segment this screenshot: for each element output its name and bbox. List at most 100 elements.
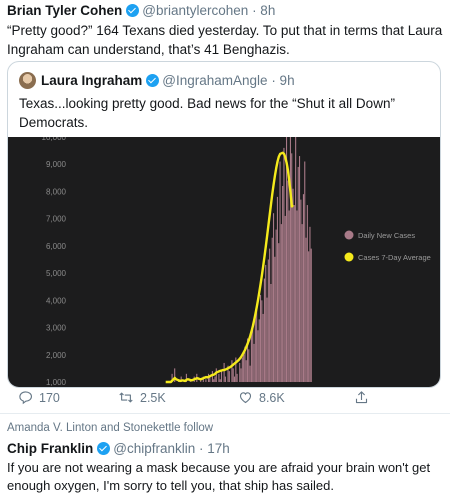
bar-daily-new-cases <box>279 161 281 382</box>
y-tick-label: 9,000 <box>46 160 67 169</box>
quoted-tweet[interactable]: Laura Ingraham @IngrahamAngle · 9h Texas.… <box>7 61 441 388</box>
bar-daily-new-cases <box>263 278 265 382</box>
bar-daily-new-cases <box>259 294 262 382</box>
bar-daily-new-cases <box>271 237 273 382</box>
y-tick-label: 5,000 <box>46 269 67 278</box>
tweet-chip-franklin[interactable]: Amanda V. Linton and Stonekettle follow … <box>0 414 450 493</box>
tweet-text: If you are not wearing a mask because yo… <box>7 460 431 493</box>
bar-daily-new-cases <box>218 373 220 382</box>
social-context[interactable]: Amanda V. Linton and Stonekettle follow <box>7 422 213 434</box>
bar-daily-new-cases <box>295 137 297 382</box>
reply-button[interactable]: 170 <box>18 390 60 405</box>
bar-daily-new-cases <box>256 308 258 382</box>
tweet-brian-tyler-cohen[interactable]: Brian Tyler Cohen @briantylercohen · 8h “… <box>0 0 450 412</box>
bar-daily-new-cases <box>248 349 250 382</box>
bar-daily-new-cases <box>282 186 284 382</box>
reply-icon <box>19 391 33 405</box>
tweet-header: Brian Tyler Cohen @briantylercohen · 8h <box>7 3 275 18</box>
bar-daily-new-cases <box>310 248 312 382</box>
verified-badge-icon <box>146 74 160 87</box>
bar-daily-new-cases <box>284 215 286 382</box>
author-handle[interactable]: @chipfranklin <box>113 441 195 456</box>
y-tick-label: 10,000 <box>42 137 67 142</box>
bar-daily-new-cases <box>309 226 311 382</box>
y-tick-label: 6,000 <box>46 242 67 251</box>
heart-icon <box>239 392 252 404</box>
bar-daily-new-cases <box>287 180 289 382</box>
quoted-author-handle[interactable]: @IngrahamAngle <box>162 73 267 88</box>
cases-chart-image[interactable]: 1,000 2,000 3,000 4,000 5,000 6,000 7,000 8,000… <box>8 137 440 387</box>
bar-daily-new-cases <box>301 224 303 382</box>
retweet-icon <box>119 392 133 403</box>
bar-daily-new-cases <box>245 360 247 382</box>
author-handle[interactable]: @briantylercohen <box>142 3 248 18</box>
like-count: 8.6K <box>259 390 285 405</box>
bar-daily-new-cases <box>257 330 259 382</box>
bar-daily-new-cases <box>213 379 215 382</box>
tweet-time[interactable]: · 8h <box>252 3 275 18</box>
share-button[interactable] <box>354 390 375 405</box>
tweet-time[interactable]: · 17h <box>199 441 230 456</box>
tweet-text: “Pretty good?” 164 Texans died yesterday… <box>7 23 443 57</box>
bar-daily-new-cases <box>261 300 263 382</box>
quoted-author-name[interactable]: Laura Ingraham <box>41 73 142 88</box>
avatar[interactable] <box>19 72 36 89</box>
bar-daily-new-cases <box>274 256 276 382</box>
verified-badge-icon <box>97 442 111 455</box>
author-name[interactable]: Brian Tyler Cohen <box>7 3 122 18</box>
bar-daily-new-cases <box>289 137 291 382</box>
quoted-tweet-time[interactable]: · 9h <box>271 73 294 88</box>
bar-daily-new-cases <box>241 357 243 382</box>
tweet-header: Chip Franklin @chipfranklin · 17h <box>7 441 230 456</box>
bar-daily-new-cases <box>232 368 234 382</box>
like-button[interactable]: 8.6K <box>238 390 285 405</box>
share-icon <box>355 391 368 404</box>
bar-daily-new-cases <box>243 354 245 382</box>
bar-daily-new-cases <box>304 161 306 382</box>
bar-daily-new-cases <box>276 196 278 382</box>
bar-daily-new-cases <box>254 316 256 382</box>
bar-daily-new-cases <box>305 237 307 382</box>
bar-daily-new-cases <box>211 371 213 382</box>
y-tick-label: 7,000 <box>46 215 67 224</box>
legend-marker <box>344 230 354 240</box>
legend-label: Cases 7-Day Average <box>358 253 431 262</box>
bar-daily-new-cases <box>278 243 280 382</box>
bar-daily-new-cases <box>296 210 298 382</box>
bar-daily-new-cases <box>298 156 301 382</box>
bar-daily-new-cases <box>236 373 238 382</box>
y-tick-label: 2,000 <box>46 351 67 360</box>
y-tick-label: 1,000 <box>46 378 67 387</box>
bar-daily-new-cases <box>292 188 294 382</box>
bar-daily-new-cases <box>240 368 242 382</box>
bar-daily-new-cases <box>293 205 295 382</box>
bar-daily-new-cases <box>250 333 252 382</box>
bar-daily-new-cases <box>269 248 271 382</box>
bar-daily-new-cases <box>249 365 251 382</box>
bar-daily-new-cases <box>302 194 304 382</box>
bar-daily-new-cases <box>223 362 225 382</box>
y-tick-label: 3,000 <box>46 324 67 333</box>
bar-daily-new-cases <box>253 343 255 382</box>
bar-daily-new-cases <box>214 376 216 382</box>
cases-chart: 1,000 2,000 3,000 4,000 5,000 6,000 7,000 8,000… <box>42 137 431 387</box>
bar-daily-new-cases <box>228 371 230 382</box>
bar-daily-new-cases <box>267 259 269 382</box>
quoted-tweet-header: Laura Ingraham @IngrahamAngle · 9h <box>19 72 295 89</box>
bar-daily-new-cases <box>300 199 302 382</box>
verified-badge-icon <box>126 4 140 17</box>
bar-daily-new-cases <box>308 251 310 382</box>
tweet-actions: 170 2.5K 8.6K <box>0 390 450 406</box>
y-tick-label: 4,000 <box>46 296 67 305</box>
y-tick-label: 8,000 <box>46 187 67 196</box>
legend-label: Daily New Cases <box>358 231 415 240</box>
author-name[interactable]: Chip Franklin <box>7 441 93 456</box>
retweet-count: 2.5K <box>140 390 166 405</box>
bar-daily-new-cases <box>270 284 272 382</box>
bar-daily-new-cases <box>266 297 268 382</box>
bar-daily-new-cases <box>306 205 308 382</box>
bar-daily-new-cases <box>205 379 207 382</box>
retweet-button[interactable]: 2.5K <box>118 390 166 405</box>
bar-daily-new-cases <box>285 137 288 382</box>
bar-daily-new-cases <box>283 147 285 382</box>
